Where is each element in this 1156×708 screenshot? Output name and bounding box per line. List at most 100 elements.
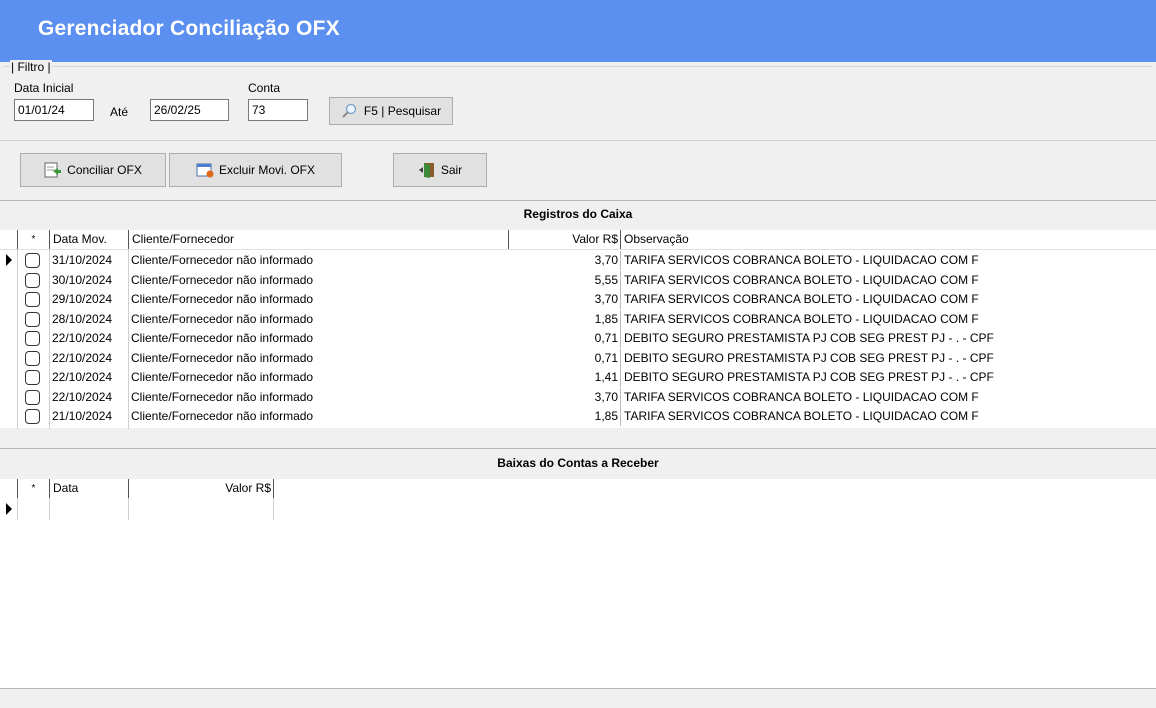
exit-door-icon <box>418 162 436 178</box>
cell-valor: 3,70 <box>594 292 618 306</box>
baixas-title: Baixas do Contas a Receber <box>0 456 1156 470</box>
cell-cliente: Cliente/Fornecedor não informado <box>131 253 314 267</box>
grid-line <box>17 498 18 520</box>
excluir-movi-ofx-button[interactable]: Excluir Movi. OFX <box>169 153 342 187</box>
registros-header: * Data Mov. Cliente/Fornecedor Valor R$ … <box>0 230 1156 250</box>
baixas-header-data[interactable]: Data <box>49 479 128 498</box>
search-button[interactable]: F5 | Pesquisar <box>329 97 453 125</box>
table-row[interactable]: 22/10/2024 Cliente/Fornecedor não informa… <box>0 348 1156 369</box>
current-row-indicator <box>6 503 12 515</box>
row-checkbox[interactable] <box>25 409 40 424</box>
sair-label: Sair <box>440 163 463 177</box>
table-row[interactable]: 30/10/2024 Cliente/Fornecedor não informa… <box>0 270 1156 291</box>
grid-line <box>273 498 274 520</box>
cell-data-mov: 22/10/2024 <box>52 350 113 365</box>
row-checkbox[interactable] <box>25 292 40 307</box>
table-row[interactable]: 22/10/2024 Cliente/Fornecedor não informa… <box>0 368 1156 388</box>
data-final-input[interactable]: 26/02/25 <box>150 99 229 121</box>
baixas-grid[interactable]: * Data Valor R$ <box>0 479 1156 688</box>
cell-valor: 3,70 <box>594 253 618 267</box>
cell-data-mov: 30/10/2024 <box>52 272 113 287</box>
ate-label: Até <box>110 105 129 119</box>
cell-valor: 5,55 <box>594 272 618 287</box>
cell-observacao: DEBITO SEGURO PRESTAMISTA PJ COB SEG PRE… <box>620 329 1156 348</box>
row-checkbox[interactable] <box>25 331 40 346</box>
cell-cliente: Cliente/Fornecedor não informado <box>131 350 314 365</box>
conciliar-ofx-button[interactable]: Conciliar OFX <box>20 153 166 187</box>
table-row[interactable]: 22/10/2024 Cliente/Fornecedor não informa… <box>0 387 1156 408</box>
header-cliente[interactable]: Cliente/Fornecedor <box>128 230 508 249</box>
grid-line <box>128 498 129 520</box>
title-bar: Gerenciador Conciliação OFX <box>0 0 1156 62</box>
grid-line <box>49 249 50 429</box>
header-data-mov[interactable]: Data Mov. <box>49 230 128 249</box>
cell-valor: 1,85 <box>594 409 618 423</box>
grid-line <box>49 498 50 520</box>
grid-line <box>128 249 129 429</box>
row-checkbox[interactable] <box>25 389 40 405</box>
cell-cliente: Cliente/Fornecedor não informado <box>131 331 314 345</box>
table-row[interactable]: 22/10/2024 Cliente/Fornecedor não informa… <box>0 329 1156 349</box>
cell-observacao: TARIFA SERVICOS COBRANCA BOLETO - LIQUID… <box>620 251 1156 270</box>
conciliar-ofx-label: Conciliar OFX <box>67 163 142 177</box>
cell-valor: 1,85 <box>594 311 618 326</box>
sair-button[interactable]: Sair <box>393 153 487 187</box>
divider <box>0 448 1156 449</box>
excluir-movi-ofx-label: Excluir Movi. OFX <box>218 163 315 177</box>
cell-data-mov: 28/10/2024 <box>52 311 113 326</box>
cell-data-mov: 31/10/2024 <box>52 253 113 267</box>
cell-observacao: TARIFA SERVICOS COBRANCA BOLETO - LIQUID… <box>620 309 1156 329</box>
registros-title: Registros do Caixa <box>0 207 1156 221</box>
cell-valor: 1,41 <box>594 370 618 384</box>
cell-observacao: TARIFA SERVICOS COBRANCA BOLETO - LIQUID… <box>620 387 1156 407</box>
data-inicial-label: Data Inicial <box>14 81 74 95</box>
divider <box>0 140 1156 141</box>
baixas-header-star[interactable]: * <box>17 479 49 498</box>
cell-observacao: TARIFA SERVICOS COBRANCA BOLETO - LIQUID… <box>620 407 1156 426</box>
filter-legend: | Filtro | <box>10 60 52 74</box>
table-row[interactable]: 31/10/2024 Cliente/Fornecedor não informa… <box>0 251 1156 271</box>
cell-valor: 3,70 <box>594 389 618 404</box>
cell-cliente: Cliente/Fornecedor não informado <box>131 370 314 384</box>
cell-data-mov: 22/10/2024 <box>52 331 113 345</box>
status-bar <box>0 688 1156 708</box>
conta-input[interactable]: 73 <box>248 99 308 121</box>
cell-data-mov: 29/10/2024 <box>52 292 113 306</box>
cell-cliente: Cliente/Fornecedor não informado <box>131 292 314 306</box>
cell-valor: 0,71 <box>594 331 618 345</box>
cell-valor: 0,71 <box>594 350 618 365</box>
row-checkbox[interactable] <box>25 272 40 288</box>
table-row[interactable]: 21/10/2024 Cliente/Fornecedor não informa… <box>0 407 1156 427</box>
cell-observacao: DEBITO SEGURO PRESTAMISTA PJ COB SEG PRE… <box>620 368 1156 387</box>
cell-cliente: Cliente/Fornecedor não informado <box>131 409 314 423</box>
cell-data-mov: 22/10/2024 <box>52 389 113 404</box>
cell-observacao: DEBITO SEGURO PRESTAMISTA PJ COB SEG PRE… <box>620 348 1156 368</box>
excluir-window-icon <box>196 162 214 178</box>
search-button-label: F5 | Pesquisar <box>363 104 442 118</box>
header-observacao[interactable]: Observação <box>620 230 1156 249</box>
data-inicial-input[interactable]: 01/01/24 <box>14 99 94 121</box>
cell-data-mov: 21/10/2024 <box>52 409 113 423</box>
cell-observacao: TARIFA SERVICOS COBRANCA BOLETO - LIQUID… <box>620 270 1156 290</box>
divider <box>0 200 1156 201</box>
cell-cliente: Cliente/Fornecedor não informado <box>131 272 314 287</box>
current-row-indicator <box>6 254 12 266</box>
grid-line <box>17 249 18 429</box>
baixas-header: * Data Valor R$ <box>0 479 274 498</box>
table-row[interactable]: 29/10/2024 Cliente/Fornecedor não informa… <box>0 290 1156 310</box>
header-valor[interactable]: Valor R$ <box>508 230 620 249</box>
row-checkbox[interactable] <box>25 253 40 268</box>
baixas-header-valor[interactable]: Valor R$ <box>128 479 274 498</box>
window-title: Gerenciador Conciliação OFX <box>38 17 340 40</box>
conta-label: Conta <box>248 81 281 95</box>
row-checkbox[interactable] <box>25 370 40 385</box>
row-checkbox[interactable] <box>25 311 40 327</box>
cell-data-mov: 22/10/2024 <box>52 370 113 384</box>
cell-cliente: Cliente/Fornecedor não informado <box>131 389 314 404</box>
row-checkbox[interactable] <box>25 350 40 366</box>
table-row[interactable]: 28/10/2024 Cliente/Fornecedor não informa… <box>0 309 1156 330</box>
registros-grid[interactable]: * Data Mov. Cliente/Fornecedor Valor R$ … <box>0 230 1156 429</box>
header-star[interactable]: * <box>17 230 49 249</box>
search-icon <box>341 103 359 119</box>
cell-cliente: Cliente/Fornecedor não informado <box>131 311 314 326</box>
